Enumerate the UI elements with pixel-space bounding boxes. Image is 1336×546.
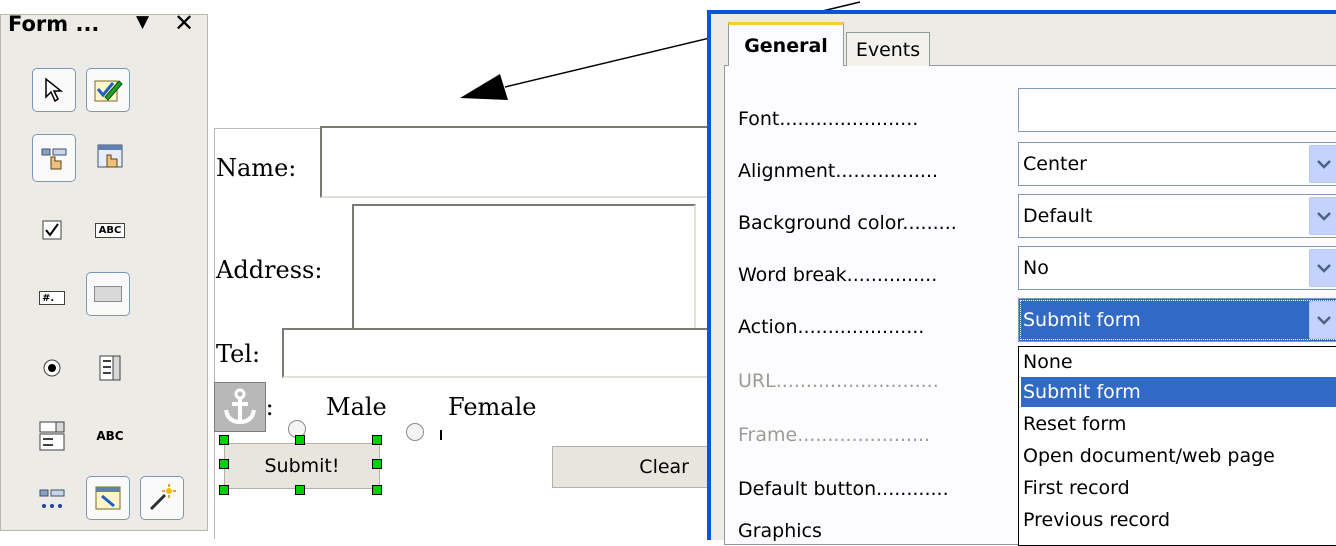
clear-button[interactable]: Clear	[552, 446, 716, 488]
word-break-select[interactable]: No	[1018, 246, 1336, 290]
chevron-down-icon	[1317, 316, 1331, 325]
anchor-icon	[224, 388, 256, 425]
alignment-value: Center	[1023, 153, 1087, 175]
action-select[interactable]: Submit form	[1018, 298, 1336, 342]
tab-general[interactable]: General	[728, 22, 844, 66]
address-label: Address:	[216, 256, 323, 284]
chevron-down-icon	[1317, 264, 1331, 273]
alignment-label: Alignment.................	[738, 160, 939, 182]
font-field[interactable]	[1018, 88, 1336, 132]
background-color-value: Default	[1023, 205, 1093, 227]
action-label: Action.....................	[738, 316, 925, 338]
action-option-first-record[interactable]: First record	[1021, 473, 1336, 503]
action-option-submit-form[interactable]: Submit form	[1021, 377, 1336, 407]
word-break-label: Word break...............	[738, 264, 938, 286]
action-dropdown-button[interactable]	[1309, 301, 1336, 339]
female-radio[interactable]	[406, 423, 424, 441]
alignment-select[interactable]: Center	[1018, 142, 1336, 186]
selection-handle-n[interactable]	[295, 435, 305, 445]
selection-handle-e[interactable]	[372, 459, 382, 469]
word-break-value: No	[1023, 257, 1049, 279]
selection-handle-sw[interactable]	[219, 485, 229, 495]
tab-events[interactable]: Events	[846, 32, 930, 66]
action-option-open-document[interactable]: Open document/web page	[1021, 441, 1336, 471]
text-cursor	[440, 430, 442, 440]
background-color-label: Background color.........	[738, 212, 957, 234]
background-color-dropdown-button[interactable]	[1309, 197, 1336, 235]
name-field[interactable]	[320, 126, 720, 198]
url-label: URL...........................	[738, 370, 939, 392]
graphics-label: Graphics	[738, 520, 822, 542]
male-label: Male	[326, 393, 387, 421]
action-value: Submit form	[1023, 309, 1141, 331]
selection-handle-w[interactable]	[219, 459, 229, 469]
tel-field[interactable]	[282, 328, 722, 378]
alignment-dropdown-button[interactable]	[1309, 145, 1336, 183]
action-option-none[interactable]: None	[1021, 347, 1336, 377]
female-label: Female	[448, 393, 537, 421]
word-break-dropdown-button[interactable]	[1309, 249, 1336, 287]
chevron-down-icon	[1317, 160, 1331, 169]
anchor-marker[interactable]	[214, 382, 266, 432]
selection-handle-s[interactable]	[295, 485, 305, 495]
submit-button[interactable]: Submit!	[224, 443, 380, 489]
selection-handle-ne[interactable]	[372, 435, 382, 445]
frame-label: Frame......................	[738, 424, 931, 446]
selection-handle-se[interactable]	[372, 485, 382, 495]
action-dropdown-list: None Submit form Reset form Open documen…	[1018, 346, 1336, 546]
action-option-reset-form[interactable]: Reset form	[1021, 409, 1336, 439]
font-label: Font.......................	[738, 108, 919, 130]
chevron-down-icon	[1317, 212, 1331, 221]
default-button-label: Default button............	[738, 478, 949, 500]
name-label: Name:	[216, 154, 297, 182]
selection-handle-nw[interactable]	[219, 435, 229, 445]
background-color-select[interactable]: Default	[1018, 194, 1336, 238]
tel-label: Tel:	[216, 340, 261, 368]
address-field[interactable]	[352, 204, 696, 336]
